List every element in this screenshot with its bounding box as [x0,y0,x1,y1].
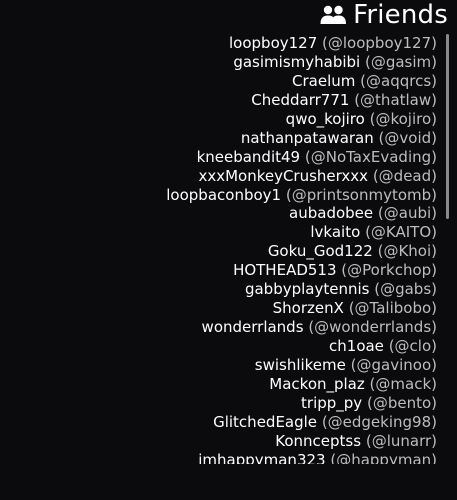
friend-handle: (@bento) [366,393,437,412]
friend-handle: (@void) [378,128,437,147]
friend-handle: (@aqqrcs) [360,71,437,90]
friend-item[interactable]: gabbyplaytennis (@gabs) [7,280,437,299]
friend-name: wonderrlands [201,318,304,337]
friend-name: swishlikeme [254,355,346,374]
friend-name: xxxMonkeyCrusherxxx [198,166,369,185]
friends-header: Friends [319,0,448,30]
friend-handle: (@loopboy127) [322,34,437,52]
friend-item[interactable]: loopbaconboy1 (@printsonmytomb) [7,186,437,205]
friend-item[interactable]: Craelum (@aqqrcs) [7,72,437,91]
scrollbar-thumb[interactable] [446,34,449,219]
friends-title: Friends [353,0,448,30]
friend-handle: (@mack) [369,374,437,393]
friend-handle: (@edgeking98) [321,412,437,431]
users-icon [320,5,347,24]
friend-name: GlitchedEagle [213,412,318,431]
friend-handle: (@gavinoo) [350,355,437,374]
friend-name: HOTHEAD513 [233,261,337,280]
friend-name: Goku_God122 [267,242,373,261]
friend-name: kneebandit49 [196,147,301,166]
friend-name: Cheddarr771 [251,90,350,109]
friend-name: imhappyman323 [198,450,326,464]
friend-list[interactable]: loopboy127 (@loopboy127) gasimismyhabibi … [7,34,437,464]
friend-name: lvkaito [310,223,361,242]
friend-handle: (@gabs) [374,280,437,299]
friend-handle: (@wonderrlands) [308,318,437,337]
friends-panel: Friends loopboy127 (@loopboy127) gasimism… [0,0,457,500]
scrollbar[interactable] [446,34,449,454]
friend-name: tripp_py [301,393,363,412]
friend-name: nathanpatawaran [240,128,374,147]
friend-handle: (@clo) [388,337,437,355]
friend-item[interactable]: qwo_kojiro (@kojiro) [7,110,437,129]
friend-item[interactable]: ShorzenX (@Talibobo) [7,299,437,318]
friend-item[interactable]: wonderrlands (@wonderrlands) [7,318,437,337]
friend-name: Craelum [292,71,356,90]
friend-item[interactable]: xxxMonkeyCrusherxxx (@dead) [7,167,437,186]
friend-item[interactable]: imhappyman323 (@happyman) [7,451,437,464]
friend-handle: (@aubi) [377,204,437,223]
friend-item[interactable]: Konnceptss (@lunarr) [7,432,437,451]
friend-item[interactable]: Mackon_plaz (@mack) [7,375,437,394]
friend-name: gabbyplaytennis [244,280,370,299]
friend-item[interactable]: ch1oae (@clo) [7,337,437,356]
friend-name: Mackon_plaz [269,374,365,393]
friend-item[interactable]: lvkaito (@KAITO) [7,223,437,242]
friend-handle: (@happyman) [330,450,437,464]
friend-name: ch1oae [329,337,384,355]
friend-handle: (@Porkchop) [341,261,437,280]
friend-item[interactable]: gasimismyhabibi (@gasim) [7,53,437,72]
friend-item[interactable]: kneebandit49 (@NoTaxEvading) [7,148,437,167]
friend-handle: (@Khoi) [377,242,437,261]
friend-name: loopboy127 [229,34,318,52]
friend-name: aubadobee [289,204,374,223]
friend-handle: (@kojiro) [369,109,437,128]
friend-handle: (@printsonmytomb) [285,185,437,204]
friend-handle: (@gasim) [364,52,437,71]
friend-handle: (@NoTaxEvading) [304,147,437,166]
friend-handle: (@lunarr) [365,431,437,450]
friend-handle: (@dead) [372,166,437,185]
friend-handle: (@KAITO) [365,223,437,242]
friend-item[interactable]: Cheddarr771 (@thatlaw) [7,91,437,110]
friend-name: gasimismyhabibi [233,52,361,71]
friend-name: Konnceptss [275,431,362,450]
friend-name: ShorzenX [272,299,344,318]
friend-handle: (@Talibobo) [348,299,437,318]
friend-name: qwo_kojiro [285,109,365,128]
friend-item[interactable]: aubadobee (@aubi) [7,204,437,223]
friend-item[interactable]: nathanpatawaran (@void) [7,129,437,148]
friend-item[interactable]: tripp_py (@bento) [7,394,437,413]
friend-handle: (@thatlaw) [354,90,437,109]
friend-name: loopbaconboy1 [166,185,282,204]
friend-item[interactable]: Goku_God122 (@Khoi) [7,242,437,261]
friend-item[interactable]: HOTHEAD513 (@Porkchop) [7,261,437,280]
friend-item[interactable]: GlitchedEagle (@edgeking98) [7,413,437,432]
friend-item[interactable]: loopboy127 (@loopboy127) [7,34,437,53]
friend-item[interactable]: swishlikeme (@gavinoo) [7,356,437,375]
